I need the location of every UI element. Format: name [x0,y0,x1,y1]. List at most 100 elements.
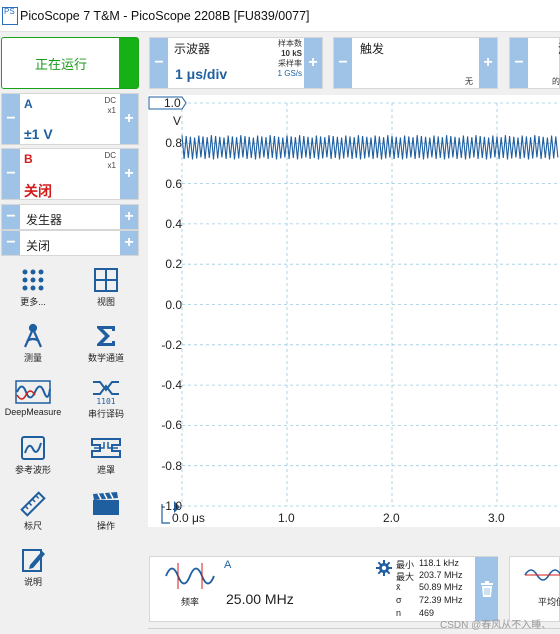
channel-a-increase-button[interactable]: + [120,94,138,144]
tool-action-label: 操作 [96,521,115,531]
measurement-panel[interactable]: A 频率 25.00 MHz 最小 118.1 kHz 最大 203.7 MHz… [149,556,498,622]
stat-mean-value: 50.89 MHz [419,582,463,592]
y-tick-label: 0.4 [165,216,182,231]
tool-math-button[interactable]: 数学通道 [76,323,136,364]
channel-a-control[interactable]: − A DC x1 ±1 V + [1,93,139,145]
serial-decode-icon: 1101 [93,381,119,405]
reference-waveform-icon [21,436,45,460]
run-status-label: 正在运行 [34,56,87,72]
x-tick-label: 1.0 [278,511,295,525]
measurement-panel-2[interactable]: 平均值 [509,556,560,622]
measurement-name: 频率 [181,597,200,607]
channel-a-trace [181,135,559,160]
measurement-value: 25.00 MHz [226,591,294,607]
trigger-mode: 无 [465,77,473,86]
y-tick-label: 0.2 [165,257,182,272]
channel-a-range[interactable]: ±1 V [24,126,53,142]
tool-notes-button[interactable]: 说明 [3,547,63,588]
notes-icon [22,549,45,572]
action-icon [93,492,119,515]
generator-state-increase-button[interactable]: + [120,231,138,255]
tool-view-button[interactable]: 视图 [76,267,136,308]
timebase-increase-button[interactable]: + [304,38,322,88]
generator-state-row[interactable]: − 关闭 + [1,230,139,256]
x-tick-label: 3.0 [488,511,505,525]
mask-icon [91,438,121,458]
stat-min-value: 118.1 kHz [419,558,459,568]
channel-b-range[interactable]: 关闭 [24,181,52,201]
measure-icon [23,323,43,348]
left-panel: 正在运行 − A DC x1 ±1 V + − B DC x1 关闭 + − 发生器… [0,33,142,634]
window-title: PicoScope 7 T&M - PicoScope 2208B [FU839… [20,9,310,23]
trash-icon [480,581,493,597]
svg-text:1101: 1101 [96,397,115,405]
timebase-title: 示波器 [174,42,211,56]
trigger-decrease-button[interactable]: − [334,38,352,88]
generator-state: 关闭 [26,239,51,253]
channel-b-control[interactable]: − B DC x1 关闭 + [1,148,139,200]
y-tick-label: -0.8 [161,458,182,473]
trigger-increase-button[interactable]: + [479,38,497,88]
generator-label: 发生器 [26,213,63,227]
tool-mask-button[interactable]: 遮罩 [76,435,136,476]
y-unit: V [173,114,182,128]
channel-b-increase-button[interactable]: + [120,149,138,199]
y-tick-label: 0.6 [165,176,182,191]
channel-a-decrease-button[interactable]: − [2,94,20,144]
delete-measurement-button[interactable] [475,557,498,621]
y-marker-label: 1.0 [164,96,181,110]
channel-a-name: A [24,97,33,111]
y-tick-label: 0.0 [165,297,182,312]
deepmeasure-icon [15,380,51,404]
stat-count-label: n [396,608,402,618]
y-tick-label: -0.6 [161,418,182,433]
tool-serial-decode-button[interactable]: 1101 串行译码 [76,379,136,420]
view-icon [94,268,118,292]
tool-ruler-label: 标尺 [23,521,42,531]
average-icon [524,569,560,581]
tool-reference-button[interactable]: 参考波形 [3,435,63,476]
tool-more-label: 更多... [20,297,46,307]
math-channel-icon [97,326,115,346]
app-logo-icon: PS [2,7,18,25]
tool-deepmeasure-label: DeepMeasure [4,407,62,417]
generator-state-decrease-button[interactable]: − [2,231,20,255]
channel-a-coupling: DC x1 [104,96,116,115]
run-indicator [119,38,138,88]
stat-sigma-label: σ [396,595,402,605]
tool-reference-label: 参考波形 [14,465,51,475]
trigger-title: 触发 [360,42,385,56]
generator-increase-button[interactable]: + [120,205,138,229]
frequency-icon [165,563,215,589]
channel-b-decrease-button[interactable]: − [2,149,20,199]
tool-measure-button[interactable]: 测量 [3,323,63,364]
third-sub: 的 [552,77,560,86]
timebase-control[interactable]: − 示波器 1 μs/div 样本数 10 kS 采样率 1 GS/s + [149,37,323,89]
timebase-value[interactable]: 1 μs/div [175,66,227,82]
tool-deepmeasure-button[interactable]: DeepMeasure [3,379,63,417]
x-tick-label: 2.0 [383,511,400,525]
third-decrease-button[interactable]: − [510,38,528,88]
third-control[interactable]: − 涉 的 [509,37,560,89]
channel-b-name: B [24,152,33,166]
stat-sigma-value: 72.39 MHz [419,595,463,605]
run-stop-button[interactable]: 正在运行 [1,37,139,89]
stat-max-value: 203.7 MHz [419,570,463,580]
timebase-decrease-button[interactable]: − [150,38,168,88]
tool-more-button[interactable]: 更多... [3,267,63,308]
tool-serial-decode-label: 串行译码 [87,409,124,419]
tool-measure-label: 测量 [23,353,42,363]
scope-plot[interactable] [148,95,560,527]
generator-decrease-button[interactable]: − [2,205,20,229]
sample-info: 样本数 10 kS 采样率 1 GS/s [277,39,302,78]
y-tick-label: -0.2 [161,337,182,352]
trigger-control[interactable]: − 触发 无 + [333,37,498,89]
ruler-icon [20,491,46,517]
tool-notes-label: 说明 [23,577,42,587]
tool-ruler-button[interactable]: 标尺 [3,491,63,532]
measurement-channel: A [224,559,232,571]
gear-icon[interactable] [376,560,392,576]
generator-label-row[interactable]: − 发生器 + [1,204,139,230]
stat-count-value: 469 [419,608,435,618]
tool-action-button[interactable]: 操作 [76,491,136,532]
